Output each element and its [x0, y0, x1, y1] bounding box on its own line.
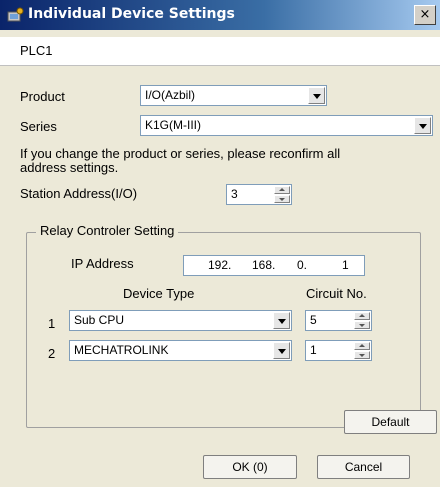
row-number-1: 1 [48, 316, 56, 331]
ip-octet-1[interactable]: 192. [208, 258, 231, 272]
device-header: PLC1 [0, 37, 440, 66]
ip-octet-4[interactable]: 1 [342, 258, 349, 272]
device-name: PLC1 [20, 43, 53, 58]
ip-octet-2[interactable]: 168. [252, 258, 275, 272]
device-type-dropdown-arrow-icon[interactable] [273, 342, 290, 359]
product-value: I/O(Azbil) [145, 88, 196, 102]
device-type-value-2: MECHATROLINK [74, 343, 169, 357]
station-address-value: 3 [231, 187, 238, 201]
spin-down-icon[interactable] [354, 321, 370, 329]
spin-up-icon[interactable] [274, 186, 290, 194]
series-select[interactable]: K1G(M-III) [140, 115, 433, 136]
spin-up-icon[interactable] [354, 312, 370, 320]
circuit-no-spinner-1[interactable]: 5 [305, 310, 372, 331]
window-title: Individual Device Settings [28, 6, 235, 22]
spin-up-icon[interactable] [354, 342, 370, 350]
device-type-select-2[interactable]: MECHATROLINK [69, 340, 292, 361]
cancel-button[interactable]: Cancel [317, 455, 410, 479]
device-type-value-1: Sub CPU [74, 313, 125, 327]
ip-octet-3[interactable]: 0. [297, 258, 307, 272]
spin-down-icon[interactable] [354, 351, 370, 359]
default-button[interactable]: Default [344, 410, 437, 434]
relay-controller-group-title: Relay Controler Setting [36, 223, 179, 238]
close-button[interactable]: × [414, 5, 436, 25]
device-type-dropdown-arrow-icon[interactable] [273, 312, 290, 329]
device-type-header: Device Type [123, 286, 195, 301]
product-label: Product [20, 89, 65, 104]
circuit-no-spinner-2[interactable]: 1 [305, 340, 372, 361]
product-select[interactable]: I/O(Azbil) [140, 85, 327, 106]
ip-address-label: IP Address [71, 256, 134, 271]
device-type-select-1[interactable]: Sub CPU [69, 310, 292, 331]
ok-button[interactable]: OK (0) [203, 455, 297, 479]
series-value: K1G(M-III) [145, 118, 201, 132]
product-dropdown-arrow-icon[interactable] [308, 87, 325, 104]
series-label: Series [20, 119, 57, 134]
series-dropdown-arrow-icon[interactable] [414, 117, 431, 134]
circuit-no-header: Circuit No. [306, 286, 367, 301]
circuit-no-value-1: 5 [310, 313, 317, 327]
settings-app-icon [7, 7, 24, 22]
station-address-label: Station Address(I/O) [20, 186, 138, 201]
station-address-spinner[interactable]: 3 [226, 184, 292, 205]
circuit-no-value-2: 1 [310, 343, 317, 357]
title-bar: Individual Device Settings × [0, 0, 440, 30]
spin-down-icon[interactable] [274, 195, 290, 203]
ip-address-input[interactable]: 192. 168. 0. 1 [183, 255, 365, 276]
note-line-2: address settings. [20, 160, 119, 175]
note-line-1: If you change the product or series, ple… [20, 146, 341, 161]
row-number-2: 2 [48, 346, 56, 361]
